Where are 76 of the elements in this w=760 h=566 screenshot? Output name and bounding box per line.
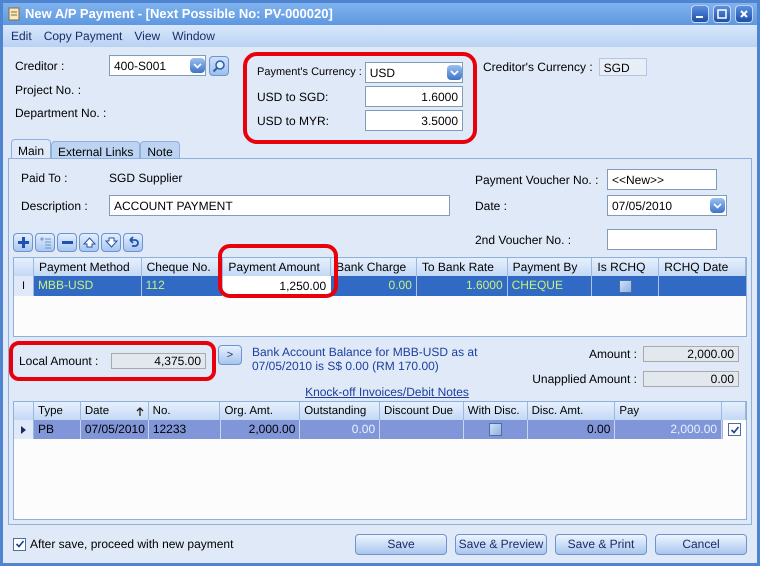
table-cell: 0.00: [528, 420, 616, 439]
field-label: Paid To :: [21, 170, 68, 187]
field-label: Payment's Currency :: [257, 65, 363, 80]
currency-dropdown[interactable]: USD: [364, 62, 463, 83]
unapplied-amount-field: 0.00: [643, 371, 739, 387]
row-indicator: I: [14, 276, 34, 296]
second-voucher-field[interactable]: [607, 229, 717, 250]
minimize-icon[interactable]: [691, 5, 709, 23]
dialog-button[interactable]: Cancel: [655, 534, 747, 554]
date-dropdown[interactable]: 07/05/2010: [607, 195, 727, 216]
field-label: USD to SGD:: [257, 88, 330, 106]
table-cell: PB: [34, 420, 81, 439]
field-label: Amount :: [588, 346, 637, 363]
voucher-field[interactable]: <<New>>: [607, 169, 717, 190]
field-label: Description :: [21, 198, 89, 214]
tab[interactable]: Main: [11, 139, 52, 158]
checkbox-label: After save, proceed with new payment: [30, 536, 234, 553]
knockoff-link[interactable]: Knock-off Invoices/Debit Notes: [305, 383, 469, 399]
menu-item[interactable]: Window: [172, 27, 215, 45]
close-icon[interactable]: [735, 5, 753, 23]
creditor-currency-field: SGD: [598, 58, 647, 76]
tab[interactable]: External Links: [51, 141, 140, 158]
search-icon[interactable]: [209, 56, 229, 76]
plus-icon[interactable]: [13, 233, 33, 252]
minus-icon[interactable]: [57, 233, 77, 252]
table-cell: 1,250.00: [223, 276, 332, 296]
table-cell: 0.00: [331, 276, 417, 296]
table-cell: CHEQUE: [508, 276, 592, 296]
checkbox[interactable]: [728, 423, 742, 436]
amount-field: 2,000.00: [643, 346, 739, 362]
rate-field[interactable]: 1.6000: [364, 86, 463, 107]
maximize-icon[interactable]: [713, 5, 731, 23]
window-title: New A/P Payment - [Next Possible No: PV-000020]: [25, 5, 334, 24]
dialog-button[interactable]: Save: [355, 534, 447, 554]
table-cell: MBB-USD: [34, 276, 142, 296]
table-cell: 2,000.00: [220, 420, 300, 439]
expand-button[interactable]: >: [218, 345, 242, 365]
table-cell: 1.6000: [416, 276, 508, 296]
menu-item[interactable]: View: [134, 27, 160, 45]
document-icon: [7, 7, 21, 21]
rate-field[interactable]: 3.5000: [364, 110, 463, 131]
checkbox[interactable]: [618, 280, 632, 292]
table-row[interactable]: I MBB-USD 112 1,250.00 0.00 1.6000 CHEQUE: [14, 276, 746, 296]
table-row[interactable]: PB 07/05/2010 12233 2,000.00 0.00 0.00 2,000.00: [14, 420, 746, 439]
field-label: Payment Voucher No. :: [475, 172, 600, 188]
dropdown-arrow-icon[interactable]: [710, 198, 725, 213]
menu-item[interactable]: Copy Payment: [44, 27, 122, 45]
dropdown-arrow-icon[interactable]: [447, 65, 462, 80]
menu-item[interactable]: Edit: [11, 27, 32, 45]
local-amount-field: 4,375.00: [110, 353, 206, 369]
field-label: USD to MYR:: [257, 112, 330, 130]
field-label: Department No. :: [15, 105, 108, 122]
field-label: Creditor :: [15, 58, 66, 74]
paid-to-value: SGD Supplier: [109, 170, 182, 187]
field-label: Creditor's Currency :: [483, 59, 593, 76]
checkbox[interactable]: [488, 423, 502, 436]
tab[interactable]: Note: [140, 141, 180, 158]
field-label: Date :: [475, 198, 508, 214]
dropdown-arrow-icon[interactable]: [190, 58, 205, 73]
description-field[interactable]: ACCOUNT PAYMENT: [109, 195, 450, 216]
row-pointer-icon: [20, 426, 26, 434]
field-label: Local Amount :: [19, 353, 100, 370]
table-cell: 07/05/2010: [80, 420, 149, 439]
creditor-dropdown[interactable]: 400-S001: [109, 55, 206, 76]
table-cell: 0.00: [300, 420, 380, 439]
table-cell: 12233: [148, 420, 221, 439]
dialog-button[interactable]: Save & Preview: [455, 534, 547, 554]
field-label: 2nd Voucher No. :: [475, 232, 572, 248]
field-label: Project No. :: [15, 82, 82, 99]
bank-balance-note: Bank Account Balance for MBB-USD as at 07/05/2010 is S$ 0.00 (RM 170.00): [252, 345, 478, 375]
undo-icon[interactable]: [123, 233, 143, 252]
field-label: Unapplied Amount :: [532, 371, 637, 388]
insert-lines-icon[interactable]: [35, 233, 55, 252]
dialog-button[interactable]: Save & Print: [555, 534, 647, 554]
sort-arrow-icon: [136, 406, 144, 416]
checkbox[interactable]: [13, 538, 26, 550]
